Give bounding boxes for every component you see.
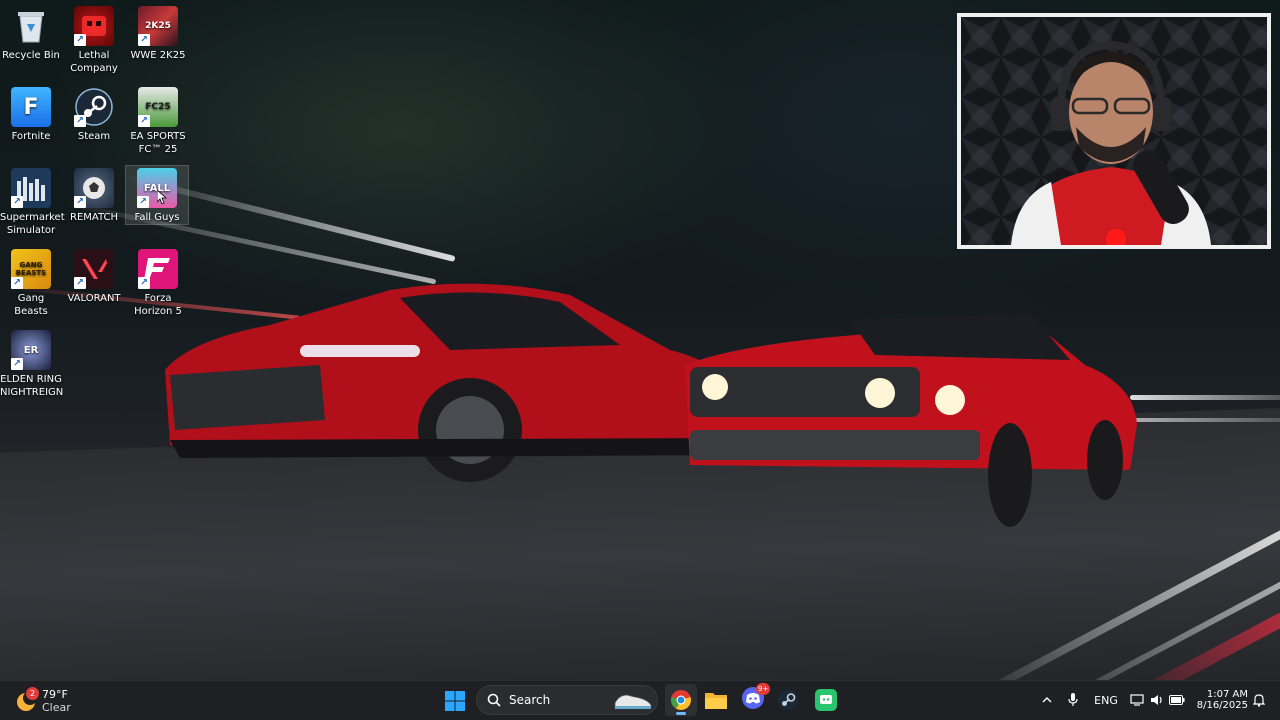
search-label: Search	[509, 693, 551, 707]
clock-date: 8/16/2025	[1196, 700, 1248, 711]
desktop-icon-label: Supermarket Simulator	[0, 212, 65, 236]
microphone-icon	[1068, 693, 1078, 706]
tray-language[interactable]: ENG	[1092, 690, 1120, 710]
desktop-icon-label: VALORANT	[67, 293, 121, 304]
desktop-icon-valorant[interactable]: ↗ VALORANT	[63, 249, 125, 305]
tray-overflow-chevron[interactable]	[1038, 690, 1056, 710]
taskbar-app-discord[interactable]: 9+	[737, 683, 771, 716]
rematch-icon: ↗	[74, 168, 114, 208]
desktop-icon-label: WWE 2K25	[130, 50, 186, 61]
taskbar-app-chrome[interactable]	[665, 684, 697, 716]
taskbar-app-steam[interactable]	[772, 684, 804, 716]
active-app-indicator	[676, 712, 686, 715]
start-button[interactable]	[440, 685, 470, 717]
shortcut-arrow-icon: ↗	[74, 34, 86, 46]
red-sports-car-modern	[165, 283, 740, 482]
shortcut-arrow-icon: ↗	[138, 115, 150, 127]
forza-horizon-5-icon: ↗	[138, 249, 178, 289]
steam-icon	[778, 690, 798, 710]
desktop-icon-ea-sports-fc-25[interactable]: FC25 ↗ EA SPORTS FC™ 25	[127, 87, 189, 156]
desktop-icon-label: REMATCH	[70, 212, 118, 223]
taskbar-app-green[interactable]	[810, 684, 842, 716]
webcam-overlay	[957, 13, 1271, 249]
chevron-up-icon	[1042, 697, 1052, 703]
steam-icon: ↗	[74, 87, 114, 127]
folder-icon	[705, 693, 727, 709]
gang-beasts-icon: GANG BEASTS ↗	[11, 249, 51, 289]
desktop-icon-lethal-company[interactable]: ↗ Lethal Company	[63, 6, 125, 75]
tray-network[interactable]	[1128, 690, 1146, 710]
shortcut-arrow-icon: ↗	[11, 358, 23, 370]
network-icon	[1130, 694, 1144, 706]
tile-text: ER	[23, 344, 39, 356]
recycle-bin-icon	[11, 6, 51, 46]
ea-fc-25-icon: FC25 ↗	[138, 87, 178, 127]
green-app-icon	[815, 689, 837, 711]
taskbar-app-file-explorer[interactable]	[700, 684, 732, 716]
shortcut-arrow-icon: ↗	[74, 115, 86, 127]
desktop-icon-wwe-2k25[interactable]: 2K25 ↗ WWE 2K25	[127, 6, 189, 62]
desktop-icon-label: ELDEN RING NIGHTREIGN	[0, 374, 64, 398]
chrome-icon	[671, 690, 691, 710]
valorant-icon: ↗	[74, 249, 114, 289]
desktop-icon-label: Recycle Bin	[2, 50, 60, 61]
light-streak	[1130, 395, 1280, 400]
desktop-icon-label: EA SPORTS FC™ 25	[130, 131, 186, 155]
discord-notification-badge: 9+	[756, 683, 771, 695]
wwe-2k25-icon: 2K25 ↗	[138, 6, 178, 46]
tile-text: FC25	[145, 101, 171, 112]
tray-clock[interactable]: 1:07 AM 8/16/2025	[1192, 684, 1248, 716]
tray-battery[interactable]	[1168, 690, 1186, 710]
lethal-company-icon: ↗	[74, 6, 114, 46]
desktop-icon-elden-ring-nightreign[interactable]: ER ↗ ELDEN RING NIGHTREIGN	[0, 330, 64, 399]
tile-text: 2K25	[145, 20, 171, 31]
shortcut-arrow-icon: ↗	[137, 196, 149, 208]
clock-time: 1:07 AM	[1206, 689, 1248, 700]
desktop-icon-label: Steam	[77, 131, 111, 142]
windows-logo-icon	[445, 691, 465, 711]
weather-temperature: 79°F	[42, 688, 68, 701]
shortcut-arrow-icon: ↗	[138, 34, 150, 46]
streamer-video-feed	[961, 17, 1267, 245]
elden-ring-nightreign-icon: ER ↗	[11, 330, 51, 370]
fortnite-icon: F	[11, 87, 51, 127]
supermarket-simulator-icon: ↗	[11, 168, 51, 208]
desktop-icon-label: Lethal Company	[70, 50, 118, 74]
weather-condition: Clear	[42, 701, 71, 714]
desktop-icon-label: Fall Guys	[134, 212, 180, 223]
desktop-icon-supermarket-simulator[interactable]: ↗ Supermarket Simulator	[0, 168, 65, 237]
desktop-icon-rematch[interactable]: ↗ REMATCH	[63, 168, 125, 224]
desktop-icon-gang-beasts[interactable]: GANG BEASTS ↗ Gang Beasts	[0, 249, 62, 318]
light-streak	[1130, 418, 1280, 422]
weather-badge: 2	[26, 687, 39, 700]
desktop-icon-fortnite[interactable]: F Fortnite	[0, 87, 62, 143]
volume-icon	[1151, 695, 1162, 705]
tile-text: F	[23, 94, 39, 120]
red-muscle-car-classic	[685, 313, 1137, 527]
weather-moon-icon: 2	[14, 687, 39, 713]
desktop-icon-label: Gang Beasts	[14, 293, 48, 317]
notification-bell-icon	[1253, 694, 1265, 707]
tray-notifications[interactable]	[1250, 690, 1268, 710]
desktop-icon-label: Forza Horizon 5	[134, 293, 182, 317]
desktop-icon-forza-horizon-5[interactable]: ↗ Forza Horizon 5	[127, 249, 189, 318]
shortcut-arrow-icon: ↗	[138, 277, 150, 289]
desktop-icon-steam[interactable]: ↗ Steam	[63, 87, 125, 143]
shortcut-arrow-icon: ↗	[74, 196, 86, 208]
tray-microphone[interactable]	[1064, 690, 1082, 710]
tray-volume[interactable]	[1148, 690, 1166, 710]
battery-icon	[1169, 695, 1185, 705]
weather-widget[interactable]: 2 79°F Clear	[14, 685, 71, 717]
search-icon	[487, 693, 501, 707]
mouse-cursor-icon	[157, 190, 167, 204]
desktop-icon-recycle-bin[interactable]: Recycle Bin	[0, 6, 62, 62]
tile-text: GANG BEASTS	[15, 261, 47, 277]
taskbar-search-box[interactable]: Search	[476, 685, 658, 715]
sneaker-icon	[614, 694, 652, 709]
shortcut-arrow-icon: ↗	[74, 277, 86, 289]
shortcut-arrow-icon: ↗	[11, 277, 23, 289]
desktop-icon-label: Fortnite	[11, 131, 51, 142]
shortcut-arrow-icon: ↗	[11, 196, 23, 208]
